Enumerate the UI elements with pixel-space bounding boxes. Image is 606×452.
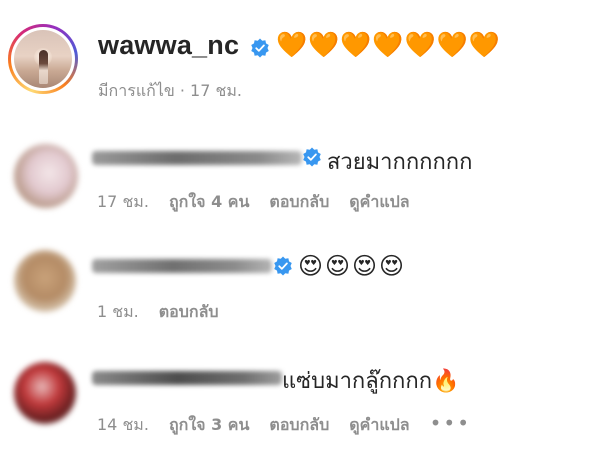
comment-meta: 14 ชม. ถูกใจ 3 คน ตอบกลับ ดูคำแปล ••• [97, 411, 471, 438]
comment-time: 14 ชม. [97, 415, 149, 434]
reply-button[interactable]: ตอบกลับ [159, 302, 219, 321]
comment-avatar[interactable] [14, 144, 78, 208]
comment-avatar[interactable] [14, 250, 76, 312]
comment-avatar[interactable] [14, 362, 76, 424]
caption-text: 🧡🧡🧡🧡🧡🧡🧡 [276, 30, 501, 59]
comment-text: แซ่บมากลู๊กกกก🔥 [282, 369, 460, 394]
verified-badge-icon [303, 147, 321, 167]
comment-text: 😍😍😍😍 [298, 252, 407, 280]
comment-username-redacted[interactable] [92, 259, 272, 273]
story-ring[interactable] [8, 24, 78, 94]
verified-badge-icon [251, 38, 269, 58]
translate-button[interactable]: ดูคำแปล [349, 192, 409, 211]
comment-likes[interactable]: ถูกใจ 3 คน [169, 415, 249, 434]
reply-button[interactable]: ตอบกลับ [269, 415, 329, 434]
verified-badge-icon [274, 256, 292, 276]
post-username[interactable]: wawwa_nc [98, 30, 239, 61]
comment-meta: 1 ชม. ตอบกลับ [97, 300, 219, 325]
more-options-icon[interactable]: ••• [430, 411, 471, 435]
comment-time: 17 ชม. [97, 192, 149, 211]
avatar [14, 30, 72, 88]
comment-username-redacted[interactable] [92, 371, 282, 385]
comment-likes[interactable]: ถูกใจ 4 คน [169, 192, 249, 211]
reply-button[interactable]: ตอบกลับ [269, 192, 329, 211]
comment-text: สวยมากกกกกก [327, 150, 473, 175]
comment-username-redacted[interactable] [92, 151, 302, 165]
comment-meta: 17 ชม. ถูกใจ 4 คน ตอบกลับ ดูคำแปล [97, 190, 410, 215]
comment-time: 1 ชม. [97, 302, 139, 321]
translate-button[interactable]: ดูคำแปล [349, 415, 409, 434]
post-edited-meta: มีการแก้ไข · 17 ชม. [98, 81, 242, 100]
